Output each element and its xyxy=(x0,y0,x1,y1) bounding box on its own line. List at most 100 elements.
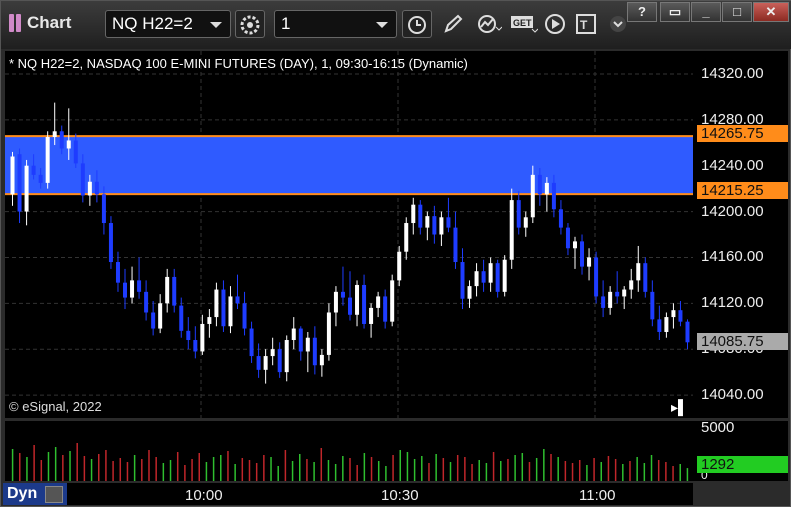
candle-body xyxy=(488,263,493,283)
candle-body xyxy=(643,263,648,292)
get-data-button[interactable]: GET xyxy=(507,10,538,38)
candle-body xyxy=(59,131,64,149)
candle-body xyxy=(24,165,29,212)
candle-body xyxy=(411,204,416,224)
candle-body xyxy=(523,217,528,228)
interval-combo[interactable]: 1 xyxy=(274,10,397,38)
candle-body xyxy=(221,289,226,327)
candle-body xyxy=(94,181,99,195)
candle-body xyxy=(537,174,542,195)
candle-body xyxy=(263,356,268,370)
candle-body xyxy=(277,349,282,373)
help-button[interactable]: ? xyxy=(627,2,657,22)
chevron-down-icon xyxy=(610,16,626,32)
candle-body xyxy=(101,194,106,224)
minimize-icon: _ xyxy=(702,4,710,19)
candle-body xyxy=(319,354,324,366)
candle-body xyxy=(530,174,535,218)
price-tick-label: 14240.00 xyxy=(701,156,764,174)
candle-body xyxy=(622,289,627,297)
candle-body xyxy=(108,223,113,263)
candle-body xyxy=(425,216,430,228)
study-button[interactable] xyxy=(473,10,503,38)
scroll-to-end-icon[interactable]: ▸▌ xyxy=(671,399,688,416)
candle-body xyxy=(242,303,247,329)
settings-button[interactable] xyxy=(235,10,265,38)
candle-body xyxy=(158,303,163,329)
maximize-icon: □ xyxy=(733,4,741,19)
draw-tool-button[interactable] xyxy=(439,10,469,38)
price-axis[interactable] xyxy=(693,51,788,418)
candle-body xyxy=(572,241,577,249)
price-pane[interactable] xyxy=(5,51,693,418)
candle-body xyxy=(516,200,521,228)
candle-body xyxy=(73,140,78,164)
close-icon: ✕ xyxy=(765,4,777,19)
minimize-button[interactable]: _ xyxy=(691,2,721,22)
candle-body xyxy=(397,251,402,281)
time-label: 10:00 xyxy=(185,487,223,504)
time-button[interactable] xyxy=(402,10,432,38)
price-chart xyxy=(5,51,693,418)
play-button[interactable] xyxy=(541,10,571,38)
candle-body xyxy=(460,262,465,299)
candle-body xyxy=(151,312,156,329)
gear-icon xyxy=(240,15,260,35)
candle-body xyxy=(355,284,360,315)
candle-body xyxy=(179,305,184,331)
text-icon: T xyxy=(576,14,596,34)
candle-body xyxy=(10,156,15,195)
chart-app-icon xyxy=(9,14,23,32)
candle-body xyxy=(446,217,451,228)
candle-body xyxy=(418,204,423,228)
clock-icon xyxy=(408,16,426,34)
candle-body xyxy=(312,337,317,366)
candle-body xyxy=(636,263,641,281)
symbol-combo[interactable]: NQ H22=2 xyxy=(105,10,231,38)
svg-text:GET: GET xyxy=(513,18,532,28)
svg-text:T: T xyxy=(580,18,588,32)
chart-description: * NQ H22=2, NASDAQ 100 E-MINI FUTURES (D… xyxy=(9,56,468,71)
candle-body xyxy=(594,257,599,297)
candle-body xyxy=(390,280,395,322)
candle-body xyxy=(66,140,71,149)
link-window-icon: ▭ xyxy=(668,4,682,19)
price-tick-label: 14120.00 xyxy=(701,294,764,312)
last-price-tag: 14085.75 xyxy=(697,333,788,350)
candle-body xyxy=(270,349,275,357)
candle-body xyxy=(551,182,556,210)
close-button[interactable]: ✕ xyxy=(753,2,789,22)
candle-body xyxy=(580,241,585,267)
candle-body xyxy=(664,317,669,332)
candle-body xyxy=(474,271,479,287)
candle-body xyxy=(615,291,620,297)
maximize-button[interactable]: □ xyxy=(722,2,752,22)
price-band xyxy=(5,136,693,195)
link-button[interactable]: ▭ xyxy=(660,2,690,22)
band-low-tag: 14215.25 xyxy=(697,182,788,199)
volume-pane[interactable] xyxy=(5,421,693,481)
volume-chart xyxy=(11,443,689,481)
dynamic-mode-label: Dyn xyxy=(7,485,38,502)
candle-body xyxy=(137,280,142,292)
candle-body xyxy=(256,356,261,370)
candle-body xyxy=(45,137,50,183)
candle-body xyxy=(601,296,606,308)
copyright-label: © eSignal, 2022 xyxy=(9,399,102,414)
lock-scale-icon[interactable] xyxy=(45,486,63,503)
candle-body xyxy=(587,257,592,267)
candle-body xyxy=(235,296,240,304)
last-volume-tag: 1292 xyxy=(697,456,788,473)
candle-body xyxy=(481,271,486,283)
candle-body xyxy=(608,291,613,308)
text-tool-button[interactable]: T xyxy=(572,10,602,38)
candle-body xyxy=(249,328,254,357)
app-title: Chart xyxy=(9,13,71,33)
candle-body xyxy=(340,291,345,298)
candle-body xyxy=(502,259,507,292)
candle-body xyxy=(144,291,149,313)
time-label: 11:00 xyxy=(579,487,616,504)
candle-body xyxy=(685,321,690,343)
volume-tick: 5000 xyxy=(701,419,735,436)
candle-body xyxy=(87,181,92,196)
